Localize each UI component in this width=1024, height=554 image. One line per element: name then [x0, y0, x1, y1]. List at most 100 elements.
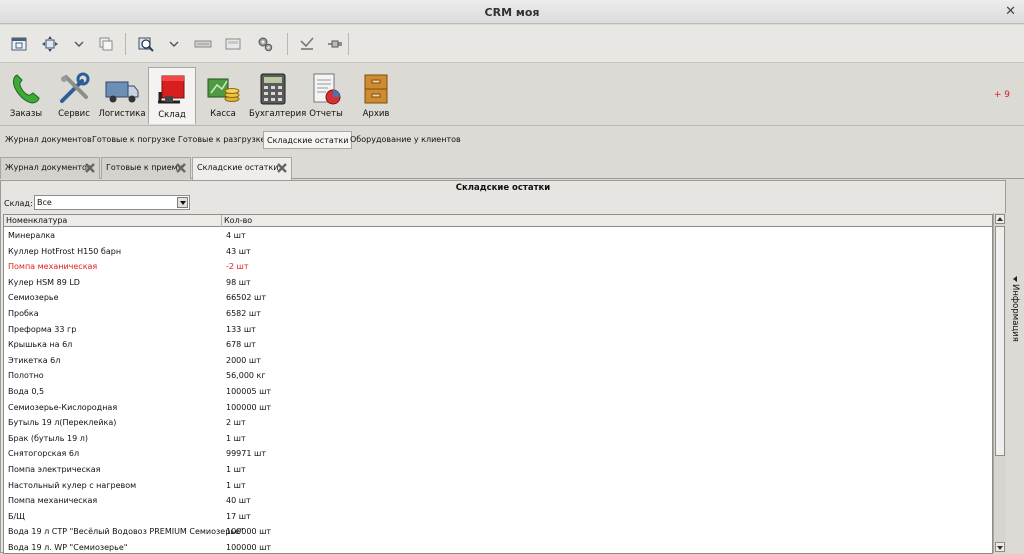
tab-document-journal[interactable]: Журнал документов	[0, 157, 100, 179]
module-label: Архив	[362, 109, 390, 119]
scroll-up-button[interactable]	[995, 214, 1005, 224]
cell-quantity: 99971 шт	[226, 449, 266, 459]
cell-quantity: 2 шт	[226, 418, 246, 428]
close-tab-icon[interactable]	[277, 163, 287, 173]
table-row[interactable]: Помпа механическая -2 шт	[4, 259, 992, 275]
cell-nomenclature: Настольный кулер с нагревом	[8, 480, 137, 490]
module-label: Сервис	[58, 109, 90, 119]
window-titlebar: CRM моя ✕	[0, 0, 1024, 24]
report-icon	[308, 71, 344, 107]
module-label: Бухгалтерия	[249, 109, 307, 119]
cash-icon	[205, 71, 241, 107]
calculator-small-icon[interactable]	[224, 35, 242, 53]
table-row[interactable]: Помпа электрическая 1 шт	[4, 462, 992, 478]
subnav-document-journal[interactable]: Журнал документов	[2, 131, 95, 149]
table-row[interactable]: Вода 19 л. WP "Семиозерье" 100000 шт	[4, 540, 992, 553]
module-label: Отчеты	[309, 109, 343, 119]
chevron-down-icon[interactable]	[177, 197, 188, 208]
table-row[interactable]: Семиозерье-Кислородная 100000 шт	[4, 400, 992, 416]
cell-quantity: 1 шт	[226, 465, 246, 474]
scroll-thumb[interactable]	[995, 226, 1005, 456]
checklist-icon[interactable]	[298, 35, 316, 53]
toolbar-separator	[287, 33, 288, 55]
module-label: Логистика	[98, 109, 146, 119]
cell-quantity: 43 шт	[226, 246, 251, 256]
window-icon[interactable]	[10, 35, 28, 53]
move-icon[interactable]	[41, 35, 59, 53]
table-row[interactable]: Преформа 33 гр 133 шт	[4, 322, 992, 338]
tab-stock-balances[interactable]: Складские остатки	[192, 157, 292, 180]
cell-nomenclature: Вода 19 л. WP "Семиозерье"	[8, 543, 128, 552]
tab-ready-to-receive[interactable]: Готовые к приему	[101, 157, 191, 179]
cell-nomenclature: Вода 19 л СТР "Весёлый Водовоз PREMIUM С…	[8, 527, 244, 537]
notification-badge[interactable]: + 9	[994, 90, 1010, 100]
table-row[interactable]: Этикетка 6л 2000 шт	[4, 353, 992, 369]
subnav-ready-to-unload[interactable]: Готовые к разгрузке	[175, 131, 268, 149]
table-scrollbar[interactable]	[993, 213, 1006, 553]
column-header-quantity[interactable]: Кол-во	[222, 215, 992, 227]
subnav-ready-to-load[interactable]: Готовые к погрузке	[89, 131, 178, 149]
cell-nomenclature: Помпа механическая	[8, 496, 98, 506]
table-row[interactable]: Кулер HSM 89 LD 98 шт	[4, 275, 992, 291]
cell-nomenclature: Помпа электрическая	[8, 465, 101, 474]
cell-quantity: 678 шт	[226, 340, 256, 350]
table-row[interactable]: Б/Щ 17 шт	[4, 509, 992, 525]
chevron-left-icon[interactable]	[1013, 276, 1017, 282]
module-service[interactable]: Сервис	[50, 67, 98, 124]
module-archive[interactable]: Архив	[352, 67, 400, 124]
cell-nomenclature: Полотно	[8, 371, 44, 381]
keyboard-icon[interactable]	[194, 35, 212, 53]
cell-nomenclature: Крышька на 6л	[8, 340, 73, 350]
subnav-stock-balances[interactable]: Складские остатки	[263, 131, 353, 149]
module-cash[interactable]: Касса	[199, 67, 247, 124]
settings-gears-icon[interactable]	[256, 35, 274, 53]
cell-quantity: 17 шт	[226, 511, 251, 521]
tab-label: Складские остатки	[197, 163, 279, 172]
scroll-down-button[interactable]	[995, 542, 1005, 552]
table-row[interactable]: Помпа механическая 40 шт	[4, 493, 992, 509]
plug-icon[interactable]	[326, 35, 344, 53]
table-row[interactable]: Полотно 56,000 кг	[4, 368, 992, 384]
table-row[interactable]: Крышька на 6л 678 шт	[4, 337, 992, 353]
table-row[interactable]: Минералка 4 шт	[4, 228, 992, 244]
close-tab-icon[interactable]	[85, 163, 95, 173]
copy-icon[interactable]	[97, 35, 115, 53]
cell-nomenclature: Помпа механическая	[8, 262, 98, 272]
table-row[interactable]: Вода 0,5 100005 шт	[4, 384, 992, 400]
column-header-nomenclature[interactable]: Номенклатура	[4, 215, 222, 227]
table-row[interactable]: Пробка 6582 шт	[4, 306, 992, 322]
zoom-icon[interactable]	[137, 35, 155, 53]
warehouse-select[interactable]: Все	[34, 195, 190, 210]
cell-quantity: 6582 шт	[226, 309, 261, 318]
table-row[interactable]: Брак (бутыль 19 л) 1 шт	[4, 431, 992, 447]
chevron-down-icon[interactable]	[165, 35, 183, 53]
cell-quantity: 1 шт	[226, 480, 246, 490]
table-row[interactable]: Бутыль 19 л(Переклейка) 2 шт	[4, 415, 992, 431]
table-row[interactable]: Снятогорская 6л 99971 шт	[4, 446, 992, 462]
chevron-down-icon[interactable]	[70, 35, 88, 53]
module-reports[interactable]: Отчеты	[302, 67, 350, 124]
close-icon[interactable]: ✕	[1005, 4, 1016, 19]
table-row[interactable]: Вода 19 л СТР "Весёлый Водовоз PREMIUM С…	[4, 524, 992, 540]
cell-quantity: 4 шт	[226, 231, 246, 240]
table-row[interactable]: Куллер HotFrost H150 барн 43 шт	[4, 244, 992, 260]
cell-nomenclature: Семиозерье-Кислородная	[8, 402, 118, 412]
module-orders[interactable]: Заказы	[2, 67, 50, 124]
cell-quantity: 40 шт	[226, 496, 251, 506]
module-logistics[interactable]: Логистика	[98, 67, 146, 124]
module-label: Заказы	[9, 109, 43, 119]
cell-nomenclature: Куллер HotFrost H150 барн	[8, 246, 122, 256]
table-row[interactable]: Настольный кулер с нагревом 1 шт	[4, 478, 992, 494]
cell-quantity: 100005 шт	[226, 387, 272, 396]
subnav-client-equipment[interactable]: Оборудование у клиентов	[347, 131, 464, 149]
cell-nomenclature: Кулер HSM 89 LD	[8, 277, 80, 287]
cell-quantity: 133 шт	[226, 324, 256, 334]
stock-table: Номенклатура Кол-во Минералка 4 шт Куллер …	[3, 214, 993, 554]
cell-nomenclature: Преформа 33 гр	[8, 324, 77, 334]
module-bar: Заказы Сервис Логистика Склад Касса Бухг…	[0, 64, 1024, 126]
module-accounting[interactable]: Бухгалтерия	[249, 67, 307, 124]
close-tab-icon[interactable]	[176, 163, 186, 173]
table-row[interactable]: Семиозерье 66502 шт	[4, 290, 992, 306]
module-warehouse[interactable]: Склад	[148, 67, 196, 124]
info-side-panel[interactable]: Информация	[1008, 270, 1024, 350]
